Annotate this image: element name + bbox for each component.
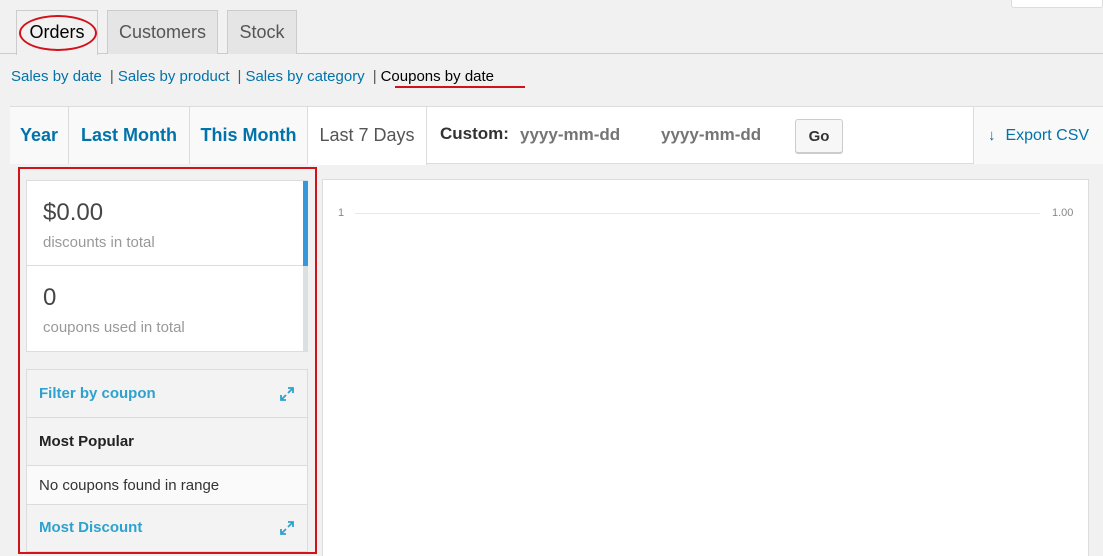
most-discount-toggle[interactable]: Most Discount — [26, 504, 308, 552]
range-last-month[interactable]: Last Month — [69, 107, 190, 164]
tab-stock[interactable]: Stock — [227, 10, 297, 54]
link-sales-by-category[interactable]: Sales by category — [245, 68, 364, 85]
range-this-month[interactable]: This Month — [190, 107, 308, 164]
tab-customers[interactable]: Customers — [107, 10, 218, 54]
current-link-underline — [395, 86, 525, 88]
report-sidebar: $0.00 discounts in total 0 coupons used … — [18, 167, 317, 554]
link-coupons-by-date: Coupons by date — [380, 68, 495, 85]
link-separator: | — [372, 68, 377, 85]
filter-by-coupon-label: Filter by coupon — [39, 385, 156, 402]
reports-page: Orders Customers Stock Sales by date | Sal… — [0, 0, 1103, 556]
most-popular-header: Most Popular — [26, 417, 308, 466]
no-coupons-message: No coupons found in range — [26, 465, 308, 505]
start-date-input[interactable] — [520, 121, 645, 149]
expand-icon[interactable] — [279, 520, 295, 536]
chart-left-axis-label: 1 — [338, 207, 345, 219]
series-color-strip — [303, 266, 308, 351]
chart-right-axis-label: 1.00 — [1052, 207, 1074, 219]
date-range-bar: Year Last Month This Month Last 7 Days C… — [10, 106, 1103, 165]
most-discount-label: Most Discount — [39, 519, 143, 536]
link-separator: | — [109, 68, 114, 85]
custom-range-label: Custom: — [440, 124, 509, 143]
go-button[interactable]: Go — [795, 119, 843, 153]
series-color-strip — [303, 181, 308, 266]
link-sales-by-product[interactable]: Sales by product — [118, 68, 230, 85]
summary-label: discounts in total — [43, 234, 155, 251]
summary-coupons-used: 0 coupons used in total — [27, 266, 303, 351]
report-sublinks: Sales by date | Sales by product | Sales by … — [11, 68, 494, 85]
link-sales-by-date[interactable]: Sales by date — [11, 68, 102, 85]
report-tabs: Orders Customers Stock — [0, 0, 1103, 55]
summary-discounts: $0.00 discounts in total — [27, 181, 303, 266]
summary-value: $0.00 — [43, 199, 104, 226]
filter-by-coupon-toggle[interactable]: Filter by coupon — [26, 369, 308, 418]
range-last-7-days[interactable]: Last 7 Days — [308, 107, 427, 165]
export-csv-label: Export CSV — [1005, 127, 1090, 144]
link-separator: | — [237, 68, 242, 85]
summary-value: 0 — [43, 284, 57, 311]
chart-grid-line — [355, 213, 1040, 214]
summary-box: $0.00 discounts in total 0 coupons used … — [26, 180, 308, 352]
export-csv-link[interactable]: ↓ Export CSV — [973, 107, 1103, 164]
end-date-input[interactable] — [661, 121, 786, 149]
download-arrow-icon: ↓ — [987, 127, 996, 144]
range-year[interactable]: Year — [10, 107, 69, 164]
summary-label: coupons used in total — [43, 319, 185, 336]
tab-orders[interactable]: Orders — [16, 10, 98, 55]
chart-panel: 1 1.00 — [322, 179, 1089, 556]
expand-icon[interactable] — [279, 386, 295, 402]
